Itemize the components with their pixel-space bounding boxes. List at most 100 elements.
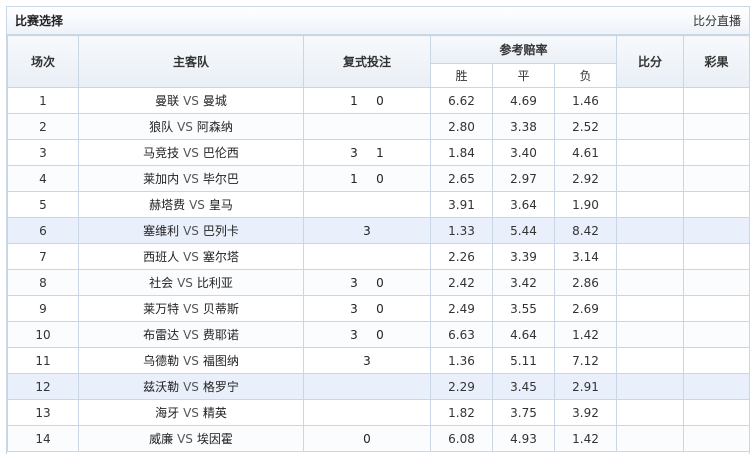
home-team: 社会	[149, 276, 174, 290]
table-row[interactable]: 14 威廉 VS 埃因霍 0 6.08 4.93 1.42	[7, 425, 751, 452]
away-team: 曼城	[202, 94, 227, 108]
table-row[interactable]: 12 兹沃勒 VS 格罗宁 2.29 3.45 2.91	[7, 373, 751, 400]
pick-option[interactable]: 1	[373, 146, 387, 160]
away-team: 费耶诺	[202, 328, 239, 342]
pick-option[interactable]: 0	[373, 172, 387, 186]
table-row[interactable]: 9 莱万特 VS 贝蒂斯 3 0 2.49 3.55 2.69	[7, 295, 751, 322]
compound-cell[interactable]: 30	[303, 321, 431, 348]
col-teams: 主客队	[78, 35, 304, 88]
odds-win-cell: 6.08	[430, 425, 493, 452]
teams-cell: 莱万特 VS 贝蒂斯	[78, 295, 304, 322]
pick-option[interactable]: 1	[347, 172, 361, 186]
odds-lose-cell: 1.42	[553, 321, 618, 348]
odds-win-cell: 6.62	[430, 87, 493, 114]
score-cell	[616, 373, 685, 400]
vs-label: VS	[183, 406, 199, 420]
pick-option[interactable]: 1	[347, 94, 361, 108]
table-row[interactable]: 4 莱加内 VS 毕尔巴 1 0 2.65 2.97 2.92	[7, 165, 751, 192]
col-draw: 平	[492, 63, 555, 88]
compound-cell[interactable]	[303, 243, 431, 270]
table-row[interactable]: 11 乌德勒 VS 福图纳 3 1.36 5.11 7.12	[7, 347, 751, 374]
compound-cell[interactable]	[303, 113, 431, 140]
odds-lose-cell: 2.86	[553, 269, 618, 296]
live-score-link[interactable]: 比分直播	[693, 12, 741, 29]
home-team: 曼联	[155, 94, 180, 108]
col-round: 场次	[7, 35, 79, 88]
teams-cell: 兹沃勒 VS 格罗宁	[78, 373, 304, 400]
table-row[interactable]: 3 马竞技 VS 巴伦西 3 1 1.84 3.40 4.61	[7, 139, 751, 166]
teams-cell: 布雷达 VS 费耶诺	[78, 321, 304, 348]
col-score: 比分	[616, 35, 685, 88]
pick-option[interactable]: 0	[373, 328, 387, 342]
pick-option[interactable]: 3	[347, 146, 361, 160]
result-cell	[683, 373, 751, 400]
table-row[interactable]: 2 狼队 VS 阿森纳 2.80 3.38 2.52	[7, 113, 751, 140]
teams-cell: 海牙 VS 精英	[78, 399, 304, 426]
home-team: 莱万特	[143, 302, 180, 316]
home-team: 布雷达	[143, 328, 180, 342]
vs-label: VS	[183, 94, 199, 108]
pick-option[interactable]: 3	[360, 224, 374, 238]
score-cell	[616, 321, 685, 348]
table-row[interactable]: 6 塞维利 VS 巴列卡 3 1.33 5.44 8.42	[7, 217, 751, 244]
odds-draw-cell: 3.45	[492, 373, 555, 400]
odds-lose-cell: 3.92	[553, 399, 618, 426]
compound-cell[interactable]: 10	[303, 87, 431, 114]
pick-option[interactable]: 3	[347, 328, 361, 342]
round-cell: 7	[7, 243, 79, 270]
compound-cell[interactable]: 3	[303, 217, 431, 244]
vs-label: VS	[183, 302, 199, 316]
result-cell	[683, 425, 751, 452]
result-cell	[683, 269, 751, 296]
compound-cell[interactable]: 10	[303, 165, 431, 192]
home-team: 赫塔费	[149, 198, 186, 212]
table-row[interactable]: 7 西班人 VS 塞尔塔 2.26 3.39 3.14	[7, 243, 751, 270]
table-row[interactable]: 8 社会 VS 比利亚 3 0 2.42 3.42 2.86	[7, 269, 751, 296]
round-cell: 8	[7, 269, 79, 296]
odds-win-cell: 1.33	[430, 217, 493, 244]
vs-label: VS	[189, 198, 205, 212]
pick-option[interactable]: 3	[347, 276, 361, 290]
away-team: 塞尔塔	[202, 250, 239, 264]
compound-cell[interactable]: 30	[303, 295, 431, 322]
compound-cell[interactable]	[303, 191, 431, 218]
vs-label: VS	[183, 172, 199, 186]
round-cell: 9	[7, 295, 79, 322]
table-row[interactable]: 10 布雷达 VS 费耶诺 3 0 6.63 4.64 1.42	[7, 321, 751, 348]
result-cell	[683, 399, 751, 426]
home-team: 西班人	[143, 250, 180, 264]
pick-option[interactable]: 0	[373, 276, 387, 290]
round-cell: 4	[7, 165, 79, 192]
compound-cell[interactable]: 30	[303, 269, 431, 296]
pick-option[interactable]: 0	[360, 432, 374, 446]
teams-cell: 曼联 VS 曼城	[78, 87, 304, 114]
col-odds-group: 参考赔率	[429, 35, 618, 64]
table-row[interactable]: 5 赫塔费 VS 皇马 3.91 3.64 1.90	[7, 191, 751, 218]
odds-draw-cell: 3.42	[492, 269, 555, 296]
round-cell: 12	[7, 373, 79, 400]
vs-label: VS	[177, 276, 193, 290]
compound-cell[interactable]: 31	[303, 139, 431, 166]
result-cell	[683, 165, 751, 192]
compound-cell[interactable]	[303, 399, 431, 426]
odds-win-cell: 1.84	[430, 139, 493, 166]
odds-draw-cell: 4.69	[492, 87, 555, 114]
odds-win-cell: 2.65	[430, 165, 493, 192]
pick-option[interactable]: 3	[347, 302, 361, 316]
table-row[interactable]: 1 曼联 VS 曼城 1 0 6.62 4.69 1.46	[7, 87, 751, 114]
compound-cell[interactable]: 0	[303, 425, 431, 452]
score-cell	[616, 425, 685, 452]
pick-option[interactable]: 0	[373, 94, 387, 108]
odds-win-cell: 2.80	[430, 113, 493, 140]
home-team: 兹沃勒	[143, 380, 180, 394]
pick-option[interactable]: 3	[360, 354, 374, 368]
score-cell	[616, 87, 685, 114]
round-cell: 3	[7, 139, 79, 166]
compound-cell[interactable]: 3	[303, 347, 431, 374]
compound-cell[interactable]	[303, 373, 431, 400]
round-cell: 10	[7, 321, 79, 348]
pick-option[interactable]: 0	[373, 302, 387, 316]
result-cell	[683, 243, 751, 270]
odds-draw-cell: 3.64	[492, 191, 555, 218]
table-row[interactable]: 13 海牙 VS 精英 1.82 3.75 3.92	[7, 399, 751, 426]
